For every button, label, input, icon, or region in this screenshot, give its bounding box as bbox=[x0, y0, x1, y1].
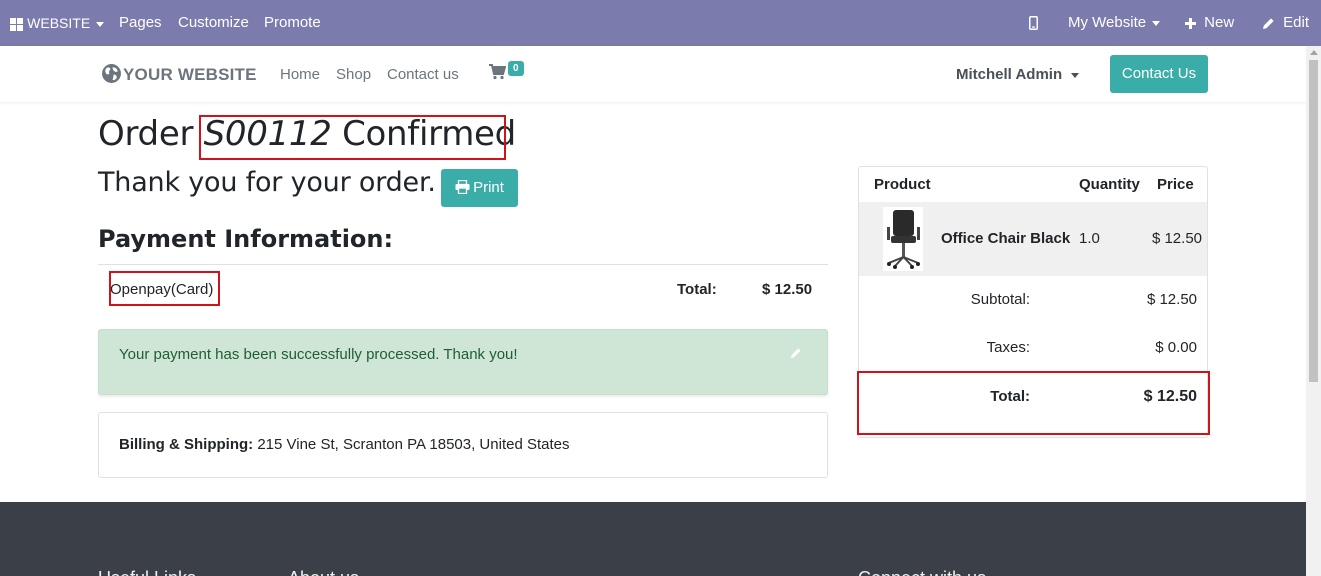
user-menu[interactable]: Mitchell Admin bbox=[956, 66, 1080, 83]
taxes-value: $ 0.00 bbox=[1155, 339, 1197, 356]
highlight-box-payment-method bbox=[109, 271, 220, 306]
subtotal-label: Subtotal: bbox=[970, 291, 1030, 308]
promote-menu[interactable]: Promote bbox=[264, 0, 321, 46]
nav-contact-us[interactable]: Contact us bbox=[387, 66, 459, 83]
product-quantity: 1.0 bbox=[1079, 230, 1100, 247]
new-button[interactable]: New bbox=[1185, 0, 1234, 46]
chevron-down-icon bbox=[1071, 72, 1080, 78]
highlight-box-title bbox=[199, 115, 506, 160]
printer-icon bbox=[455, 179, 470, 195]
payment-total-value: $ 12.50 bbox=[762, 281, 813, 298]
billing-shipping-card: Billing & Shipping: 215 Vine St, Scranto… bbox=[98, 412, 828, 478]
website-menu-label: WEBSITE bbox=[27, 15, 91, 31]
footer-heading-useful-links: Useful Links bbox=[98, 568, 196, 576]
chevron-down-icon bbox=[1152, 20, 1161, 26]
website-menu-button[interactable]: WEBSITE bbox=[10, 0, 105, 46]
office-chair-icon bbox=[887, 210, 920, 269]
pages-menu[interactable]: Pages bbox=[119, 0, 162, 46]
shopping-cart-icon bbox=[489, 64, 507, 80]
editor-top-bar: WEBSITE Pages Customize Promote My Websi… bbox=[0, 0, 1321, 46]
mobile-preview-button[interactable] bbox=[1029, 0, 1038, 46]
col-header-quantity: Quantity bbox=[1079, 176, 1140, 193]
chevron-down-icon bbox=[96, 21, 105, 27]
product-price: $ 12.50 bbox=[1151, 230, 1202, 247]
col-header-product: Product bbox=[874, 176, 931, 193]
footer-heading-about-us: About us bbox=[288, 568, 359, 576]
my-website-label: My Website bbox=[1068, 14, 1147, 31]
website-header: YOUR WEBSITE Home Shop Contact us 0 Mitc… bbox=[0, 46, 1306, 102]
success-message: Your payment has been successfully proce… bbox=[119, 346, 518, 363]
user-name: Mitchell Admin bbox=[956, 66, 1063, 83]
product-name[interactable]: Office Chair Black bbox=[941, 230, 1070, 247]
subtotal-value: $ 12.50 bbox=[1146, 291, 1197, 308]
new-label: New bbox=[1204, 14, 1235, 31]
globe-icon bbox=[102, 64, 121, 83]
logo-text: YOUR WEBSITE bbox=[123, 65, 257, 84]
col-header-price: Price bbox=[1157, 176, 1194, 193]
billing-text: Billing & Shipping: 215 Vine St, Scranto… bbox=[119, 436, 570, 453]
pencil-icon bbox=[1263, 17, 1274, 29]
payment-success-alert: Your payment has been successfully proce… bbox=[98, 329, 828, 395]
product-image[interactable] bbox=[883, 207, 923, 271]
nav-shop[interactable]: Shop bbox=[336, 66, 371, 83]
my-website-menu[interactable]: My Website bbox=[1068, 0, 1161, 46]
customize-menu[interactable]: Customize bbox=[178, 0, 249, 46]
pencil-icon[interactable] bbox=[790, 347, 802, 359]
payment-total-label: Total: bbox=[677, 281, 717, 298]
site-logo[interactable]: YOUR WEBSITE bbox=[101, 63, 257, 85]
scrollbar-thumb[interactable] bbox=[1309, 60, 1318, 382]
nav-home[interactable]: Home bbox=[280, 66, 320, 83]
cart-link[interactable]: 0 bbox=[489, 61, 524, 85]
title-prefix: Order bbox=[98, 114, 194, 154]
mobile-icon bbox=[1029, 16, 1038, 31]
apps-grid-icon bbox=[10, 17, 23, 31]
print-button[interactable]: Print bbox=[441, 169, 518, 207]
edit-label: Edit bbox=[1283, 14, 1310, 31]
table-row: Office Chair Black 1.0 $ 12.50 bbox=[859, 202, 1207, 276]
scroll-up-arrow-icon[interactable] bbox=[1310, 50, 1318, 55]
billing-address: 215 Vine St, Scranton PA 18503, United S… bbox=[257, 436, 570, 453]
contact-us-button[interactable]: Contact Us bbox=[1110, 55, 1208, 93]
payment-heading: Payment Information: bbox=[98, 225, 394, 253]
site-footer: Useful Links About us Connect with us bbox=[0, 502, 1306, 576]
page-scrollbar[interactable] bbox=[1306, 46, 1321, 576]
cart-count-badge: 0 bbox=[508, 61, 524, 76]
plus-icon bbox=[1185, 17, 1196, 29]
billing-label: Billing & Shipping: bbox=[119, 436, 254, 453]
thank-you-text: Thank you for your order. bbox=[98, 167, 436, 198]
highlight-box-total bbox=[857, 371, 1210, 435]
print-label: Print bbox=[473, 179, 504, 196]
footer-heading-connect: Connect with us bbox=[858, 568, 986, 576]
edit-button[interactable]: Edit bbox=[1262, 0, 1309, 46]
taxes-label: Taxes: bbox=[986, 339, 1030, 356]
